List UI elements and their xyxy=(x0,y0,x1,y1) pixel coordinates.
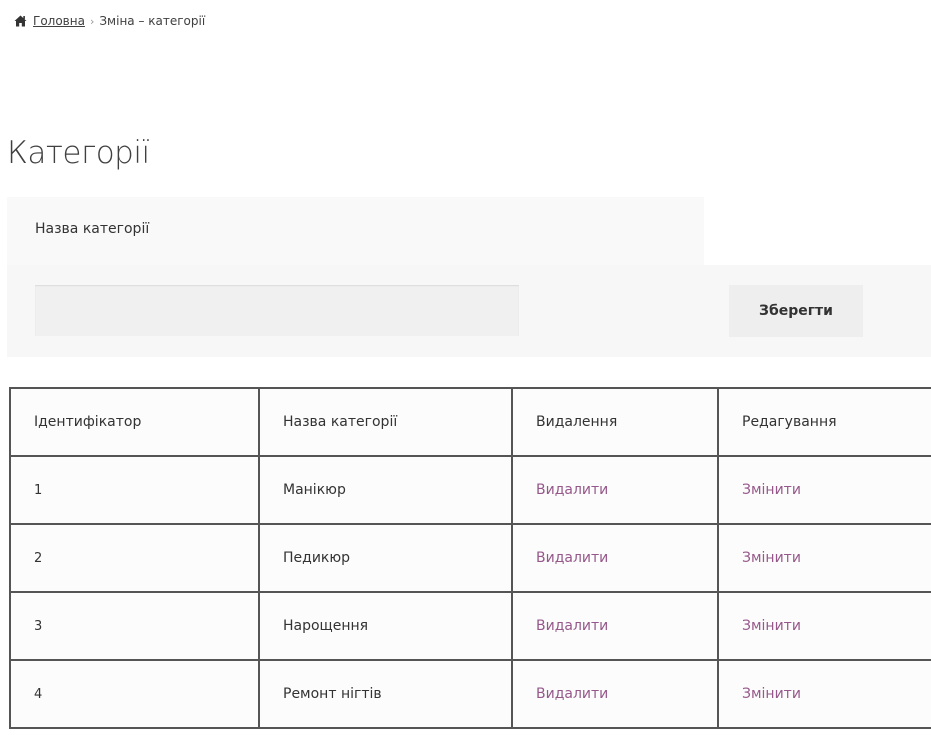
row-name: Ремонт нігтів xyxy=(258,659,513,729)
form-field-row: Зберегти xyxy=(7,265,931,357)
delete-link[interactable]: Видалити xyxy=(536,550,608,566)
row-name: Манікюр xyxy=(258,455,513,525)
header-edit: Редагування xyxy=(717,387,931,457)
row-delete-cell: Видалити xyxy=(511,523,719,593)
breadcrumb-current: Зміна – категорії xyxy=(99,14,206,28)
row-delete-cell: Видалити xyxy=(511,659,719,729)
breadcrumb-separator: › xyxy=(89,14,95,28)
edit-link[interactable]: Змінити xyxy=(742,550,801,566)
breadcrumb: Головна › Зміна – категорії xyxy=(14,12,205,30)
categories-table-container: Ідентифікатор Назва категорії Видалення … xyxy=(9,387,931,729)
category-name-input[interactable] xyxy=(35,285,519,336)
row-name: Педикюр xyxy=(258,523,513,593)
table-row: 2 Педикюр Видалити Змінити xyxy=(9,523,931,593)
home-icon[interactable] xyxy=(14,15,27,27)
row-name: Нарощення xyxy=(258,591,513,661)
edit-link[interactable]: Змінити xyxy=(742,618,801,634)
row-edit-cell: Змінити xyxy=(717,523,931,593)
category-name-label: Назва категорії xyxy=(35,221,150,237)
table-row: 1 Манікюр Видалити Змінити xyxy=(9,455,931,525)
row-id: 3 xyxy=(9,591,260,661)
delete-link[interactable]: Видалити xyxy=(536,686,608,702)
header-name: Назва категорії xyxy=(258,387,513,457)
table-row: 4 Ремонт нігтів Видалити Змінити xyxy=(9,659,931,729)
breadcrumb-home-link[interactable]: Головна xyxy=(33,14,85,28)
page-title: Категорії xyxy=(7,135,150,171)
table-row: 3 Нарощення Видалити Змінити xyxy=(9,591,931,661)
save-button[interactable]: Зберегти xyxy=(729,285,863,337)
categories-table: Ідентифікатор Назва категорії Видалення … xyxy=(9,387,931,729)
delete-link[interactable]: Видалити xyxy=(536,618,608,634)
edit-link[interactable]: Змінити xyxy=(742,482,801,498)
edit-link[interactable]: Змінити xyxy=(742,686,801,702)
row-delete-cell: Видалити xyxy=(511,455,719,525)
row-id: 1 xyxy=(9,455,260,525)
table-header-row: Ідентифікатор Назва категорії Видалення … xyxy=(9,387,931,457)
delete-link[interactable]: Видалити xyxy=(536,482,608,498)
header-delete: Видалення xyxy=(511,387,719,457)
row-id: 2 xyxy=(9,523,260,593)
row-edit-cell: Змінити xyxy=(717,591,931,661)
form-label-row: Назва категорії xyxy=(7,197,704,265)
header-id: Ідентифікатор xyxy=(9,387,260,457)
row-edit-cell: Змінити xyxy=(717,455,931,525)
row-edit-cell: Змінити xyxy=(717,659,931,729)
page: Головна › Зміна – категорії Категорії На… xyxy=(0,0,931,735)
row-delete-cell: Видалити xyxy=(511,591,719,661)
row-id: 4 xyxy=(9,659,260,729)
